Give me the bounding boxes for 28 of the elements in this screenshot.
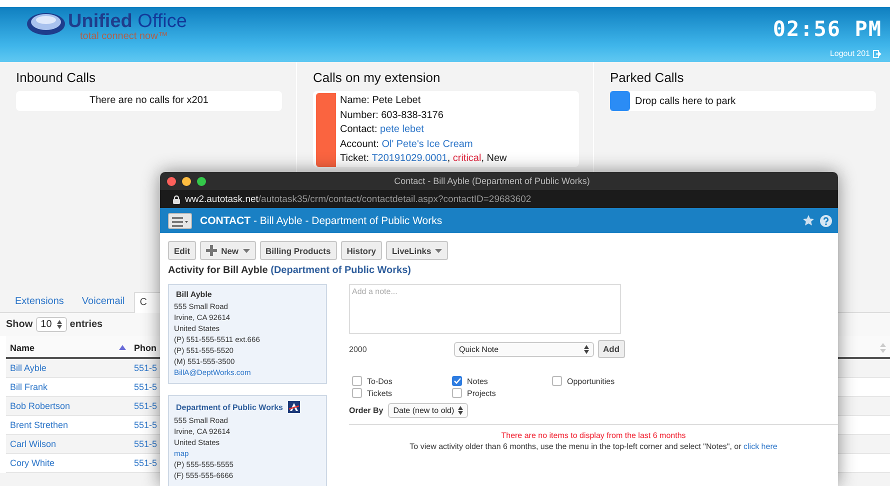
call-detail: Contact: pete lebet xyxy=(340,123,425,137)
park-message: Drop calls here to park xyxy=(635,96,736,106)
contact-name: Bill Ayble xyxy=(176,290,212,299)
info-text: To view activity older than 6 months, use the menu in the top-left corner and select "Notes", or click here xyxy=(408,442,778,451)
checkbox-label: To-Dos xyxy=(367,376,392,386)
call-detail: Account: Ol' Pete's Ice Cream xyxy=(340,138,474,152)
checkbox-label: Opportunities xyxy=(567,376,615,386)
call-detail: Ticket: T20191029.0001, critical, New xyxy=(340,152,507,166)
panel-title: Inbound Calls xyxy=(16,70,96,85)
call-detail: Number: 603-838-3176 xyxy=(340,108,444,122)
logo-tagline: total connect now™ xyxy=(80,32,169,42)
panel-title: Parked Calls xyxy=(610,70,685,85)
call-detail: Name: Pete Lebet xyxy=(340,94,422,108)
panel-title: Calls on my extension xyxy=(313,70,442,85)
empty-message: There are no calls for x201 xyxy=(16,91,282,111)
show-label: Show xyxy=(6,319,33,330)
page-heading: CONTACT - Bill Ayble - Department of Public Works xyxy=(200,214,444,226)
entries-label: entries xyxy=(70,319,103,330)
character-count: 2000 xyxy=(349,344,368,354)
checkbox-label: Tickets xyxy=(367,388,392,398)
checkbox-label: Notes xyxy=(467,376,488,386)
clock: 02:56 PM xyxy=(772,17,882,41)
empty-message: There are no items to display from the last 6 months xyxy=(500,431,687,440)
logo-name: Unified Office xyxy=(68,12,187,32)
order-by-label: Order By xyxy=(349,406,384,415)
activity-title: Activity for Bill Ayble (Department of Public Works) xyxy=(168,265,412,276)
window-title: Contact - Bill Ayble (Department of Public Works) xyxy=(393,176,591,186)
checkbox-label: Projects xyxy=(467,388,496,398)
